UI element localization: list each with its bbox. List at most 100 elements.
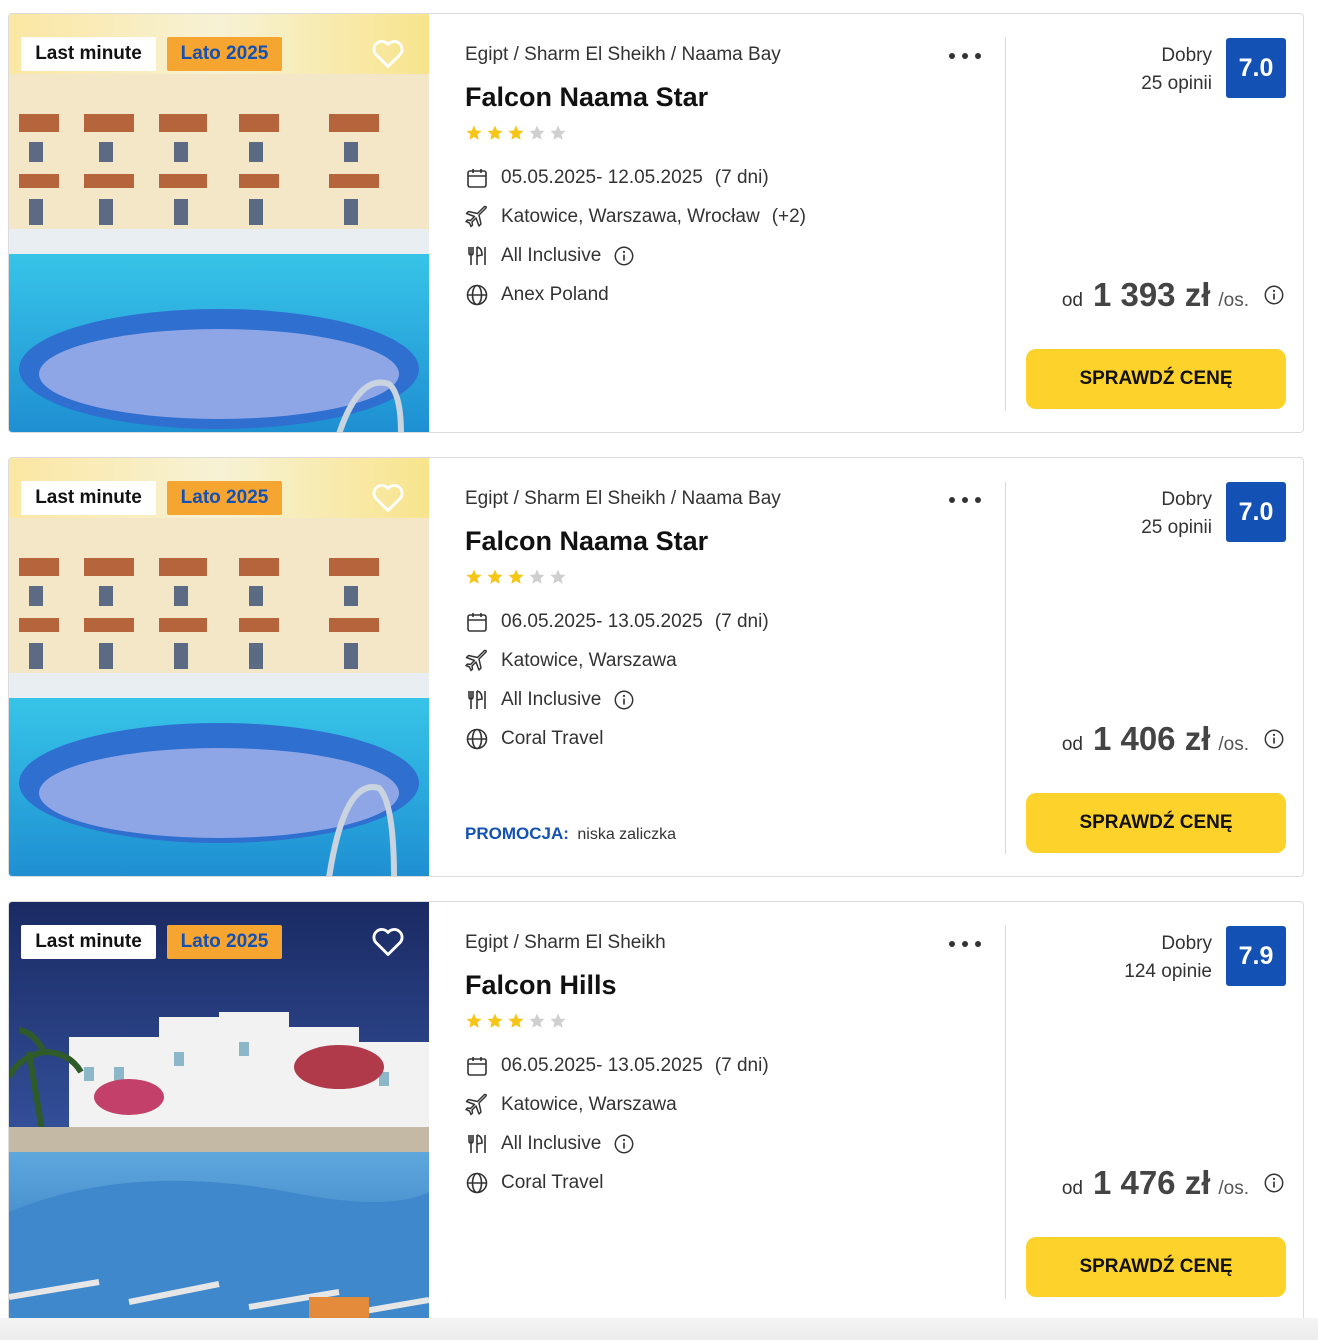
star-filled-icon — [487, 125, 503, 140]
board-type: All Inclusive — [501, 689, 602, 710]
rating-summary: Dobry 25 opinii — [1141, 42, 1212, 98]
operator-row: Coral Travel — [465, 1170, 603, 1196]
operator-row: Coral Travel — [465, 726, 603, 752]
offer-card[interactable]: Last minute Lato 2025 Egipt / Sharm El S… — [8, 13, 1304, 433]
star-empty-icon — [550, 125, 566, 140]
divider — [1005, 482, 1006, 854]
review-count[interactable]: 25 opinii — [1141, 70, 1212, 98]
cutlery-icon — [468, 1134, 486, 1153]
offer-info: Egipt / Sharm El Sheikh / Naama Bay Falc… — [465, 14, 1005, 432]
hotel-photo[interactable]: Last minute Lato 2025 — [9, 902, 429, 1320]
departure-cities: Katowice, Warszawa, Wrocław — [501, 206, 760, 227]
info-icon[interactable] — [613, 689, 635, 711]
check-price-button[interactable]: SPRAWDŹ CENĘ — [1026, 793, 1286, 853]
calendar-icon — [467, 169, 487, 188]
board-row: All Inclusive — [465, 687, 635, 713]
score-badge[interactable]: 7.9 — [1226, 926, 1286, 986]
score-badge[interactable]: 7.0 — [1226, 482, 1286, 542]
tour-operator: Anex Poland — [501, 284, 609, 305]
offer-info: Egipt / Sharm El Sheikh Falcon Hills 06.… — [465, 902, 1005, 1320]
more-options-icon[interactable] — [947, 44, 983, 66]
star-filled-icon — [466, 1013, 482, 1028]
star-rating — [465, 124, 567, 142]
dates-row: 06.05.2025- 13.05.2025 (7 dni) — [465, 609, 769, 635]
tour-operator: Coral Travel — [501, 728, 604, 749]
board-type: All Inclusive — [501, 245, 602, 266]
offer-card[interactable]: Last minute Lato 2025 Egipt / Sharm El S… — [8, 901, 1304, 1321]
hotel-photo[interactable]: Last minute Lato 2025 — [9, 458, 429, 876]
rating-label: Dobry — [1161, 933, 1212, 954]
tour-operator: Coral Travel — [501, 1172, 604, 1193]
divider — [1005, 38, 1006, 410]
more-options-icon[interactable] — [947, 932, 983, 954]
heart-icon[interactable] — [369, 34, 407, 72]
departure-row: Katowice, Warszawa — [465, 648, 677, 674]
price-amount: 1 406 zł — [1092, 720, 1211, 757]
price-suffix: /os. — [1218, 734, 1249, 755]
last-minute-badge: Last minute — [21, 925, 156, 959]
calendar-icon — [467, 613, 487, 632]
calendar-icon — [467, 1057, 487, 1076]
hotel-name[interactable]: Falcon Naama Star — [465, 82, 708, 113]
star-filled-icon — [487, 569, 503, 584]
hotel-name[interactable]: Falcon Naama Star — [465, 526, 708, 557]
star-empty-icon — [529, 569, 545, 584]
location-breadcrumb[interactable]: Egipt / Sharm El Sheikh / Naama Bay — [465, 488, 781, 510]
price-info-icon[interactable] — [1263, 284, 1285, 306]
board-row: All Inclusive — [465, 1131, 635, 1157]
star-filled-icon — [508, 125, 524, 140]
rating-summary: Dobry 25 opinii — [1141, 486, 1212, 542]
globe-icon — [466, 728, 488, 750]
review-count[interactable]: 124 opinie — [1124, 958, 1212, 986]
location-breadcrumb[interactable]: Egipt / Sharm El Sheikh / Naama Bay — [465, 44, 781, 66]
dates: 05.05.2025- 12.05.2025 — [501, 167, 703, 188]
price-suffix: /os. — [1218, 1178, 1249, 1199]
season-badge: Lato 2025 — [167, 925, 282, 959]
departure-cities: Katowice, Warszawa — [501, 1094, 677, 1115]
hotel-name[interactable]: Falcon Hills — [465, 970, 617, 1001]
season-badge: Lato 2025 — [167, 481, 282, 515]
price-prefix: od — [1061, 290, 1083, 311]
price-info-icon[interactable] — [1263, 728, 1285, 750]
last-minute-badge: Last minute — [21, 37, 156, 71]
rating-label: Dobry — [1161, 45, 1212, 66]
departure-more[interactable]: (+2) — [772, 206, 806, 228]
star-empty-icon — [550, 569, 566, 584]
location-breadcrumb[interactable]: Egipt / Sharm El Sheikh — [465, 932, 666, 954]
duration: (7 dni) — [714, 611, 769, 632]
dates-row: 06.05.2025- 13.05.2025 (7 dni) — [465, 1053, 769, 1079]
heart-icon[interactable] — [369, 922, 407, 960]
star-rating — [465, 1012, 567, 1030]
price: od 1 406 zł /os. — [1062, 720, 1285, 758]
check-price-button[interactable]: SPRAWDŹ CENĘ — [1026, 1237, 1286, 1297]
price-prefix: od — [1061, 734, 1083, 755]
price: od 1 393 zł /os. — [1062, 276, 1285, 314]
plane-icon — [465, 1093, 487, 1116]
board-row: All Inclusive — [465, 243, 635, 269]
star-filled-icon — [487, 1013, 503, 1028]
price-info-icon[interactable] — [1263, 1172, 1285, 1194]
check-price-button[interactable]: SPRAWDŹ CENĘ — [1026, 349, 1286, 409]
price-suffix: /os. — [1218, 290, 1249, 311]
price-amount: 1 393 zł — [1092, 276, 1211, 313]
info-icon[interactable] — [613, 245, 635, 267]
promo-value: niska zaliczka — [577, 826, 677, 843]
offer-card[interactable]: Last minute Lato 2025 Egipt / Sharm El S… — [8, 457, 1304, 877]
star-filled-icon — [466, 125, 482, 140]
star-filled-icon — [508, 1013, 524, 1028]
dates: 06.05.2025- 13.05.2025 — [501, 1055, 703, 1076]
page-bottom-edge — [0, 1318, 1318, 1340]
heart-icon[interactable] — [369, 478, 407, 516]
more-options-icon[interactable] — [947, 488, 983, 510]
info-icon[interactable] — [613, 1133, 635, 1155]
promo-label: PROMOCJA: — [465, 824, 569, 843]
divider — [1005, 926, 1006, 1298]
review-count[interactable]: 25 opinii — [1141, 514, 1212, 542]
offer-info: Egipt / Sharm El Sheikh / Naama Bay Falc… — [465, 458, 1005, 876]
star-filled-icon — [466, 569, 482, 584]
price: od 1 476 zł /os. — [1062, 1164, 1285, 1202]
dates-row: 05.05.2025- 12.05.2025 (7 dni) — [465, 165, 769, 191]
hotel-photo[interactable]: Last minute Lato 2025 — [9, 14, 429, 432]
score-badge[interactable]: 7.0 — [1226, 38, 1286, 98]
board-type: All Inclusive — [501, 1133, 602, 1154]
